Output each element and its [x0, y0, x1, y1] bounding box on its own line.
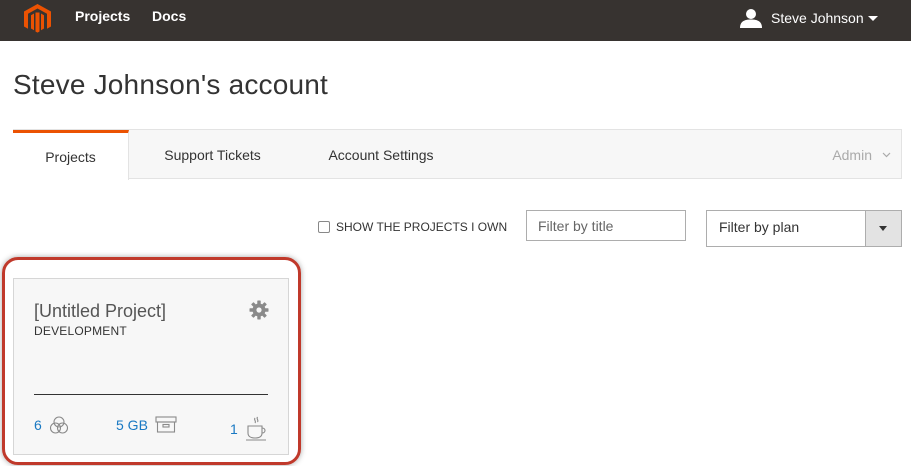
- tab-support-tickets[interactable]: Support Tickets: [160, 130, 265, 179]
- storage-box-icon: [155, 416, 177, 433]
- show-own-projects-filter[interactable]: SHOW THE PROJECTS I OWN: [318, 220, 507, 234]
- admin-label: Admin: [832, 146, 872, 163]
- tab-projects[interactable]: Projects: [13, 130, 129, 180]
- page-title: Steve Johnson's account: [13, 69, 329, 100]
- project-plan: DEVELOPMENT: [34, 324, 127, 338]
- filter-by-title-input[interactable]: [526, 210, 686, 241]
- tab-account-settings[interactable]: Account Settings: [324, 130, 438, 179]
- show-own-projects-checkbox[interactable]: [318, 221, 330, 233]
- filter-by-plan-select[interactable]: Filter by plan: [706, 210, 902, 247]
- user-menu[interactable]: Steve Johnson: [740, 8, 878, 28]
- project-title: [Untitled Project]: [34, 301, 167, 321]
- user-name: Steve Johnson: [771, 10, 864, 26]
- show-own-projects-label: SHOW THE PROJECTS I OWN: [336, 220, 508, 234]
- storage-stat[interactable]: 5 GB: [116, 416, 177, 433]
- users-count: 1: [230, 421, 238, 437]
- environments-count: 6: [34, 417, 42, 433]
- environments-stat[interactable]: 6: [34, 416, 69, 434]
- coffee-cup-icon: [245, 416, 266, 441]
- admin-dropdown[interactable]: Admin: [832, 130, 891, 179]
- chevron-down-icon: [867, 15, 878, 21]
- nav-docs-link[interactable]: Docs: [152, 8, 186, 24]
- users-stat[interactable]: 1: [230, 416, 269, 442]
- card-divider: [34, 394, 268, 395]
- environments-icon: [49, 416, 68, 434]
- user-icon: [740, 9, 762, 28]
- magento-logo-icon[interactable]: [24, 4, 51, 34]
- dropdown-arrow-button[interactable]: [865, 211, 901, 246]
- gear-icon[interactable]: [249, 300, 269, 320]
- chevron-down-icon: [882, 152, 891, 158]
- top-navbar: Projects Docs Steve Johnson: [0, 0, 911, 41]
- storage-value: 5 GB: [116, 416, 148, 433]
- project-card[interactable]: [Untitled Project] DEVELOPMENT 6 5 GB 1: [13, 278, 289, 455]
- nav-projects-link[interactable]: Projects: [75, 8, 130, 24]
- filter-by-plan-value: Filter by plan: [719, 219, 800, 235]
- account-tabs: Projects Support Tickets Account Setting…: [13, 129, 902, 180]
